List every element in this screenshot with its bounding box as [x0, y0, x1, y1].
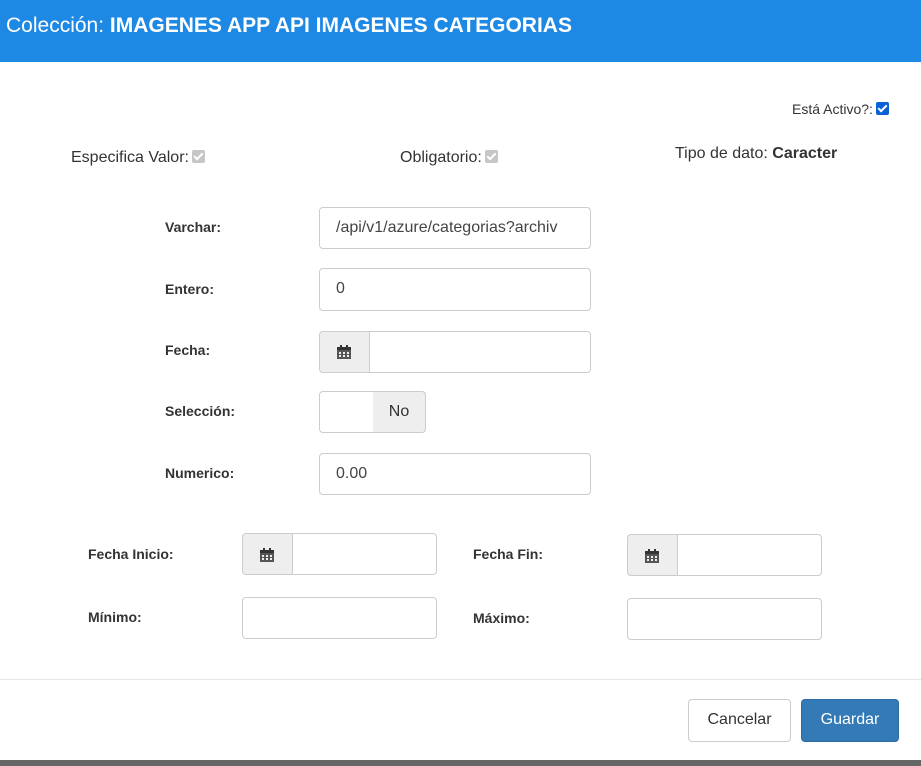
minimo-label: Mínimo:: [88, 609, 142, 625]
entero-input[interactable]: 0: [319, 268, 591, 311]
collection-name: IMAGENES APP API IMAGENES CATEGORIAS: [109, 14, 572, 37]
calendar-icon: [645, 549, 659, 563]
seleccion-toggle-off[interactable]: No: [373, 391, 426, 433]
varchar-input[interactable]: /api/v1/azure/categorias?archiv: [319, 207, 591, 249]
maximo-input[interactable]: [627, 598, 822, 640]
data-type-value: Caracter: [772, 145, 838, 162]
seleccion-label: Selección:: [165, 403, 236, 419]
numerico-input[interactable]: 0.00: [319, 453, 591, 495]
fecha-calendar-button[interactable]: [319, 331, 369, 373]
fecha-fin-input[interactable]: [677, 534, 822, 576]
data-type-label: Tipo de dato:: [675, 145, 768, 162]
varchar-label: Varchar:: [165, 219, 222, 235]
active-label: Está Activo?:: [792, 101, 873, 117]
fecha-label: Fecha:: [165, 342, 211, 358]
required-checkbox: [484, 150, 498, 163]
specifies-value-label: Especifica Valor:: [71, 149, 189, 166]
maximo-label: Máximo:: [473, 610, 530, 626]
title-prefix: Colección:: [6, 14, 105, 37]
fecha-fin-label: Fecha Fin:: [473, 546, 544, 562]
required-flag: Obligatorio:: [400, 149, 498, 167]
background-bar: [0, 760, 921, 766]
numerico-label: Numerico:: [165, 465, 235, 481]
modal-title: Colección: IMAGENES APP API IMAGENES CAT…: [6, 13, 572, 39]
fecha-input[interactable]: [369, 331, 591, 373]
fecha-fin-calendar-button[interactable]: [627, 534, 677, 576]
modal-header: Colección: IMAGENES APP API IMAGENES CAT…: [0, 0, 921, 62]
minimo-input[interactable]: [242, 597, 437, 639]
required-label: Obligatorio:: [400, 149, 482, 166]
active-flag: Está Activo?:: [792, 101, 889, 117]
fecha-inicio-label: Fecha Inicio:: [88, 546, 174, 562]
calendar-icon: [260, 548, 274, 562]
data-type: Tipo de dato: Caracter: [675, 145, 837, 163]
calendar-icon: [337, 345, 351, 359]
active-checkbox[interactable]: [875, 102, 889, 115]
fecha-inicio-input[interactable]: [292, 533, 437, 575]
entero-label: Entero:: [165, 281, 214, 297]
specifies-value-checkbox: [191, 150, 205, 163]
specifies-value-flag: Especifica Valor:: [71, 149, 205, 167]
seleccion-toggle-handle[interactable]: [319, 391, 373, 433]
cancel-button[interactable]: Cancelar: [688, 699, 791, 742]
fecha-inicio-calendar-button[interactable]: [242, 533, 292, 575]
footer-divider: [0, 679, 921, 680]
save-button[interactable]: Guardar: [801, 699, 899, 742]
